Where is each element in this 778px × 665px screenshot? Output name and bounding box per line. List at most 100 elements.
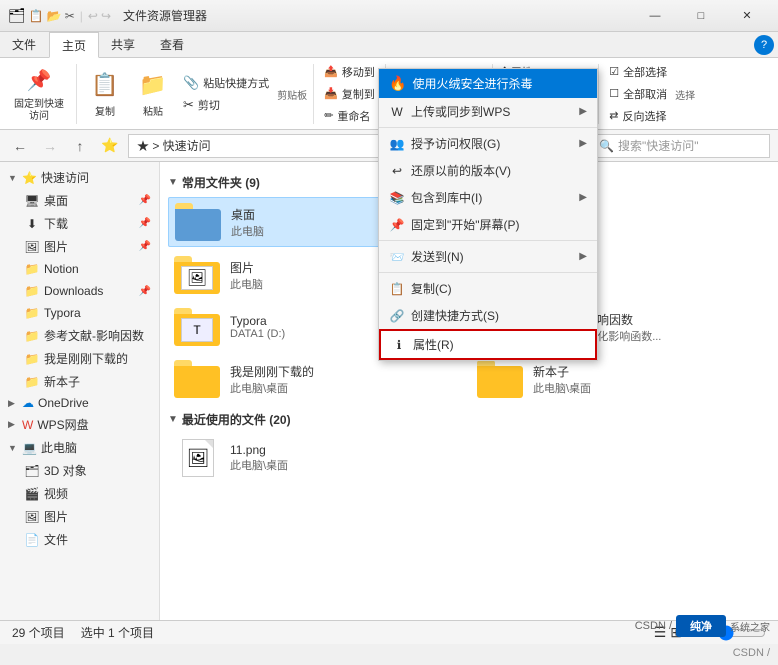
copy-to-icon: 📥 [324, 87, 338, 100]
file-icon-png: 🖼 [182, 439, 214, 477]
grant-access-icon: 👥 [389, 136, 405, 152]
sidebar-label-downloads: Downloads [44, 284, 103, 298]
menu-item-wps-upload[interactable]: W 上传或同步到WPS ▶ [379, 98, 597, 125]
tab-view[interactable]: 查看 [148, 32, 197, 57]
move-to-button[interactable]: 📤 移动到 [320, 62, 379, 82]
search-placeholder: 搜索"快速访问" [618, 137, 699, 154]
typora-icon: 📁 [24, 305, 40, 321]
window-title: 文件资源管理器 [123, 7, 207, 24]
sidebar-item-typora[interactable]: 📁 Typora [16, 302, 159, 324]
recent-expand-icon[interactable]: ▼ [168, 414, 178, 425]
copy-label: 复制(C) [411, 280, 452, 297]
wps-upload-label: 上传或同步到WPS [411, 103, 510, 120]
menu-item-copy[interactable]: 📋 复制(C) [379, 275, 597, 302]
include-library-icon: 📚 [389, 190, 405, 206]
tab-file[interactable]: 文件 [0, 32, 49, 57]
copy-to-button[interactable]: 📥 复制到 [320, 84, 379, 104]
this-pc-icon: 💻 [22, 441, 37, 455]
star-icon: ⭐ [101, 137, 118, 154]
sidebar-label-ref: 参考文献-影响因数 [44, 327, 144, 344]
frequent-expand-icon[interactable]: ▼ [168, 177, 178, 188]
wps-upload-arrow: ▶ [579, 106, 587, 117]
address-text: ★ > 快速访问 [137, 137, 211, 154]
folder-item-notebook[interactable]: 新本子 此电脑\桌面 [471, 355, 770, 403]
cut-button[interactable]: ✂ 剪切 [179, 95, 273, 115]
sidebar-item-notion[interactable]: 📁 Notion [16, 258, 159, 280]
sidebar-section-this-pc[interactable]: ▼ 💻 此电脑 [0, 436, 159, 459]
recent-paths-button[interactable]: ⭐ [98, 134, 122, 158]
sidebar-label-quick-access: 快速访问 [41, 169, 89, 186]
expand-wps-icon: ▶ [8, 419, 18, 430]
rename-button[interactable]: ✏ 重命名 [320, 106, 379, 126]
3d-icon: 🗂 [24, 463, 40, 479]
sidebar-label-3d: 3D 对象 [44, 462, 87, 479]
paste-shortcut-icon: 📎 [183, 75, 199, 91]
create-shortcut-icon: 🔗 [389, 308, 405, 324]
sidebar-item-3d[interactable]: 🗂 3D 对象 [16, 459, 159, 482]
pin-quick-access-button[interactable]: 📌 固定到快速访问 [8, 63, 70, 125]
sidebar-item-new[interactable]: 📁 我是刚刚下载的 [16, 347, 159, 370]
menu-item-include-library[interactable]: 📚 包含到库中(I) ▶ [379, 184, 597, 211]
menu-item-restore[interactable]: ↩ 还原以前的版本(V) [379, 157, 597, 184]
include-library-left: 📚 包含到库中(I) [389, 189, 482, 206]
sidebar-label-pictures-pc: 图片 [44, 508, 68, 525]
sidebar-item-download[interactable]: ⬇ 下载 📌 [16, 212, 159, 235]
pin-start-left: 📌 固定到"开始"屏幕(P) [389, 216, 520, 233]
close-button[interactable]: ✕ [724, 0, 770, 32]
sidebar-item-pictures-pc[interactable]: 🖼 图片 [16, 505, 159, 528]
menu-sep-3 [379, 272, 597, 273]
menu-sep-1 [379, 127, 597, 128]
sidebar-item-pictures[interactable]: 🖼 图片 📌 [16, 235, 159, 258]
menu-item-pin-start[interactable]: 📌 固定到"开始"屏幕(P) [379, 211, 597, 238]
sidebar-section-wps[interactable]: ▶ W WPS网盘 [0, 413, 159, 436]
menu-item-properties[interactable]: ℹ 属性(R) [379, 329, 597, 360]
sidebar-item-desktop[interactable]: 🖥 桌面 📌 [16, 189, 159, 212]
select-all-button[interactable]: ☑ 全部选择 [605, 62, 671, 82]
ribbon-tabs: 文件 主页 共享 查看 ? [0, 32, 778, 58]
selected-count: 选中 1 个项目 [81, 624, 154, 641]
sidebar-item-documents[interactable]: 📄 文件 [16, 528, 159, 551]
folder-item-new-downloads[interactable]: 我是刚刚下载的 此电脑\桌面 [168, 355, 467, 403]
sidebar-label-this-pc: 此电脑 [41, 439, 77, 456]
sidebar-section-quick-access[interactable]: ▼ ⭐ 快速访问 [0, 166, 159, 189]
menu-item-send-to[interactable]: 📨 发送到(N) ▶ [379, 243, 597, 270]
clipboard-label: 剪贴板 [277, 87, 307, 102]
select-none-icon: ☐ [609, 87, 619, 100]
sidebar-section-onedrive[interactable]: ▶ ☁ OneDrive [0, 393, 159, 413]
minimize-button[interactable]: — [632, 0, 678, 32]
search-box[interactable]: 🔍 搜索"快速访问" [590, 134, 770, 158]
grant-access-arrow: ▶ [579, 138, 587, 149]
wps-icon: W [22, 418, 33, 432]
sidebar-item-ref[interactable]: 📁 参考文献-影响因数 [16, 324, 159, 347]
restore-icon: ↩ [389, 163, 405, 179]
frequent-section-title: 常用文件夹 (9) [182, 174, 260, 191]
copy-button[interactable]: 📋 复制 [83, 67, 127, 120]
sidebar-item-downloads-folder[interactable]: 📁 Downloads 📌 [16, 280, 159, 302]
paste-button[interactable]: 📁 粘贴 [131, 67, 175, 120]
separator-1 [76, 64, 77, 124]
tab-share[interactable]: 共享 [99, 32, 148, 57]
restore-label: 还原以前的版本(V) [411, 162, 511, 179]
title-bar: 🗂 📋 📂 ✂ | ↩ ↪ 文件资源管理器 — □ ✕ [0, 0, 778, 32]
menu-item-create-shortcut[interactable]: 🔗 创建快捷方式(S) [379, 302, 597, 329]
title-icon-1: 📋 [29, 9, 44, 23]
sidebar-item-notebook[interactable]: 📁 新本子 [16, 370, 159, 393]
menu-item-grant-access[interactable]: 👥 授予访问权限(G) ▶ [379, 130, 597, 157]
recent-section-title: 最近使用的文件 (20) [182, 411, 291, 428]
select-all-icon: ☑ [609, 65, 619, 78]
select-none-button[interactable]: ☐ 全部取消 [605, 84, 671, 104]
back-button[interactable]: ← [8, 134, 32, 158]
grant-access-label: 授予访问权限(G) [411, 135, 500, 152]
up-button[interactable]: ↑ [68, 134, 92, 158]
sidebar-item-videos[interactable]: 🎬 视频 [16, 482, 159, 505]
properties-left: ℹ 属性(R) [391, 336, 454, 353]
help-button[interactable]: ? [754, 35, 774, 55]
recent-file-item-1[interactable]: 🖼 11.png 此电脑\桌面 [168, 434, 448, 482]
paste-shortcut-button[interactable]: 📎 粘贴快捷方式 [179, 73, 273, 93]
pin-icon-pictures: 📌 [139, 241, 151, 252]
pin-icon-desktop: 📌 [139, 195, 151, 206]
maximize-button[interactable]: □ [678, 0, 724, 32]
forward-button[interactable]: → [38, 134, 62, 158]
tab-home[interactable]: 主页 [49, 32, 99, 58]
invert-select-button[interactable]: ⇄ 反向选择 [605, 106, 671, 126]
